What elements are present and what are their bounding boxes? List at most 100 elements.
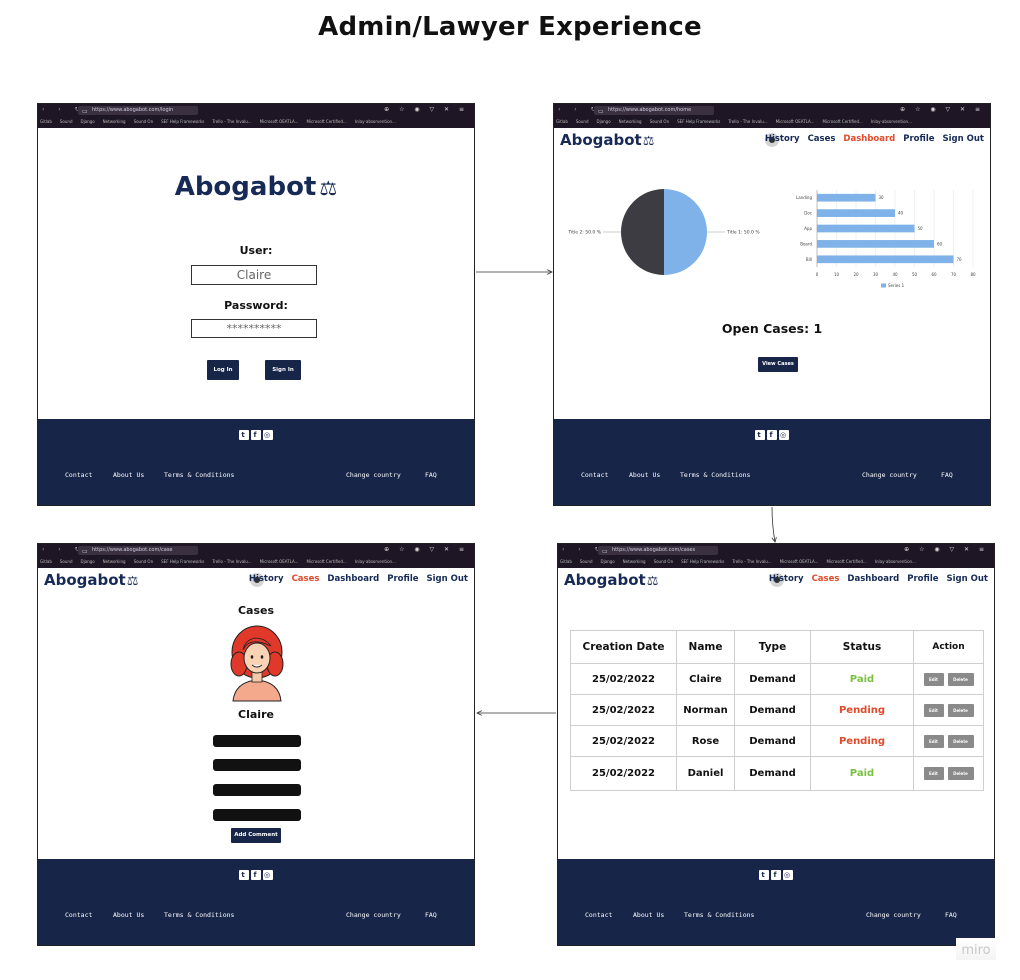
bookmark[interactable]: Trello - The Invalu... [212,117,251,126]
password-input[interactable]: ********** [191,319,317,338]
twitter-icon[interactable]: t [239,870,249,880]
twitter-icon[interactable]: t [755,430,765,440]
bookmark[interactable]: SEF Help Frameworks [161,117,204,126]
delete-button[interactable]: Delete [947,672,974,686]
edit-button[interactable]: Edit [923,672,944,686]
edit-button[interactable]: Edit [923,734,944,748]
bookmark[interactable]: SEF Help Frameworks [161,557,204,566]
bookmark[interactable]: SEF Help Frameworks [677,117,720,126]
instagram-icon[interactable]: ◎ [263,430,273,440]
browser-extension-icons[interactable]: ⊕ ☆ ◉ ▽ ✕ ≡ [904,546,988,553]
bookmark[interactable]: Sound On [134,557,154,566]
address-bar[interactable]: ▭ https://www.abogabot.com/cases [598,546,718,555]
footer-link-contact[interactable]: Contact [585,911,612,919]
bookmark[interactable]: SEF Help Frameworks [681,557,724,566]
twitter-icon[interactable]: t [759,870,769,880]
bookmark[interactable]: Sound [580,557,593,566]
facebook-icon[interactable]: f [251,430,261,440]
nav-profile[interactable]: Profile [387,574,418,584]
bookmark[interactable]: Microsoft OEATLA... [260,557,299,566]
bookmark[interactable]: Microsoft Certified... [306,557,346,566]
bookmark[interactable]: Sound On [650,117,670,126]
bookmark[interactable]: Django [81,557,95,566]
table-row[interactable]: 25/02/2022 Rose Demand Pending Edit Delet… [570,725,984,757]
bookmark[interactable]: Trello - The Invalu... [212,557,251,566]
bookmark[interactable]: Sound [60,557,73,566]
nav-cases[interactable]: Cases [808,134,836,144]
address-bar[interactable]: ▭ https://www.abogabot.com/case [78,546,198,555]
footer-link-faq[interactable]: FAQ [425,471,437,479]
user-input[interactable]: Claire [191,265,317,285]
nav-profile[interactable]: Profile [903,134,934,144]
logo[interactable]: Abogabot⚖ [560,131,654,149]
table-row[interactable]: 25/02/2022 Claire Demand Paid Edit Delete [570,663,984,695]
bookmark[interactable]: Networking [623,557,646,566]
edit-button[interactable]: Edit [923,703,944,717]
address-bar[interactable]: ▭ https://www.abogabot.com/home [594,106,714,115]
footer-link-contact[interactable]: Contact [65,911,92,919]
bookmark[interactable]: Sound On [654,557,674,566]
address-bar[interactable]: ▭ https://www.abogabot.com/login [78,106,198,115]
bookmark[interactable]: Gitlab [560,557,572,566]
logo[interactable]: Abogabot⚖ [38,172,474,202]
bookmark[interactable]: Microsoft Certified... [826,557,866,566]
bookmark[interactable]: Microsoft OEATLA... [780,557,819,566]
bookmark[interactable]: Sound On [134,117,154,126]
browser-extension-icons[interactable]: ⊕ ☆ ◉ ▽ ✕ ≡ [900,106,984,113]
nav-history[interactable]: History [249,574,284,584]
footer-link-about[interactable]: About Us [633,911,664,919]
bookmark[interactable]: Trello - The Invalu... [728,117,767,126]
signin-button[interactable]: Sign In [265,360,301,380]
bookmark[interactable]: Sound [576,117,589,126]
logo[interactable]: Abogabot⚖ [44,571,138,589]
nav-history[interactable]: History [769,574,804,584]
nav-cases[interactable]: Cases [292,574,320,584]
twitter-icon[interactable]: t [239,430,249,440]
footer-link-country[interactable]: Change country [866,911,921,919]
bookmark[interactable]: Microsoft Certified... [306,117,346,126]
bookmark[interactable]: Inlay-absorvention... [871,117,912,126]
facebook-icon[interactable]: f [251,870,261,880]
instagram-icon[interactable]: ◎ [779,430,789,440]
browser-extension-icons[interactable]: ⊕ ☆ ◉ ▽ ✕ ≡ [384,106,468,113]
delete-button[interactable]: Delete [947,703,974,717]
nav-dashboard[interactable]: Dashboard [847,574,899,584]
facebook-icon[interactable]: f [767,430,777,440]
footer-link-contact[interactable]: Contact [65,471,92,479]
bookmark[interactable]: Networking [103,557,126,566]
footer-link-about[interactable]: About Us [113,911,144,919]
nav-cases[interactable]: Cases [812,574,840,584]
facebook-icon[interactable]: f [771,870,781,880]
login-button[interactable]: Log In [207,360,239,380]
bookmark[interactable]: Gitlab [40,557,52,566]
nav-profile[interactable]: Profile [907,574,938,584]
footer-link-terms[interactable]: Terms & Conditions [684,911,754,919]
instagram-icon[interactable]: ◎ [263,870,273,880]
footer-link-terms[interactable]: Terms & Conditions [680,471,750,479]
footer-link-terms[interactable]: Terms & Conditions [164,471,234,479]
delete-button[interactable]: Delete [947,767,974,780]
footer-link-country[interactable]: Change country [346,471,401,479]
nav-signout[interactable]: Sign Out [947,574,988,584]
bookmark[interactable]: Gitlab [40,117,52,126]
bookmark[interactable]: Trello - The Invalu... [732,557,771,566]
bookmark[interactable]: Django [601,557,615,566]
add-comment-button[interactable]: Add Comment [231,828,281,843]
instagram-icon[interactable]: ◎ [783,870,793,880]
nav-signout[interactable]: Sign Out [943,134,984,144]
footer-link-faq[interactable]: FAQ [425,911,437,919]
bookmark[interactable]: Django [597,117,611,126]
bookmark[interactable]: Django [81,117,95,126]
footer-link-about[interactable]: About Us [113,471,144,479]
bookmark[interactable]: Networking [619,117,642,126]
bookmark[interactable]: Sound [60,117,73,126]
delete-button[interactable]: Delete [947,734,974,748]
footer-link-about[interactable]: About Us [629,471,660,479]
bookmark[interactable]: Inlay-absorvention... [355,117,396,126]
table-row[interactable]: 25/02/2022 Norman Demand Pending Edit Del… [570,694,984,726]
nav-history[interactable]: History [765,134,800,144]
logo[interactable]: Abogabot⚖ [564,571,658,589]
bookmark[interactable]: Gitlab [556,117,568,126]
footer-link-faq[interactable]: FAQ [945,911,957,919]
table-row[interactable]: 25/02/2022 Daniel Demand Paid Edit Delete [570,756,984,791]
